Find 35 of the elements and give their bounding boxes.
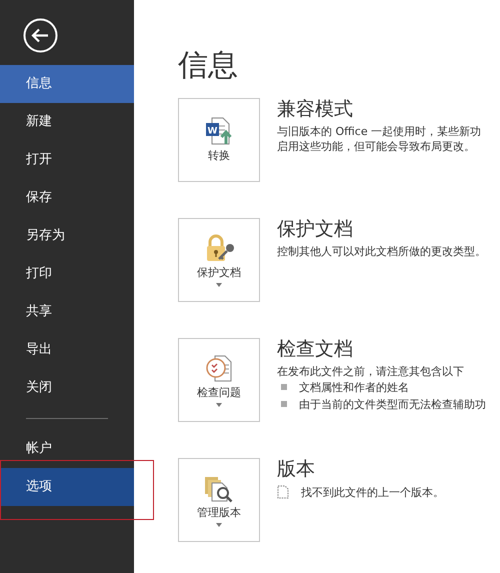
sidebar-item[interactable]: 共享 <box>0 293 134 331</box>
caret-icon <box>215 403 223 408</box>
section-title: 兼容模式 <box>277 98 354 121</box>
description-text: 控制其他人可以对此文档所做的更改类型。 <box>277 244 486 259</box>
section-title: 检查文档 <box>277 338 354 361</box>
sidebar-item[interactable]: 选项 <box>0 468 134 506</box>
dropdown-button[interactable]: 检查问题 <box>178 338 260 422</box>
dropdown-button[interactable]: 保护文档 <box>178 218 260 302</box>
sidebar-item[interactable]: 另存为 <box>0 217 134 255</box>
back-button[interactable] <box>23 18 58 53</box>
description-text: 在发布此文件之前，请注意其包含以下 <box>277 364 465 379</box>
description-text: 启用这些功能，但可能会导致布局更改。 <box>277 138 476 154</box>
description-text: 与旧版本的 Office 一起使用时，某些新功 <box>277 124 482 139</box>
document-icon <box>277 485 289 500</box>
sidebar-item[interactable]: 新建 <box>0 103 134 141</box>
checklist-document-icon <box>204 352 234 383</box>
sidebar-item[interactable]: 导出 <box>0 331 134 369</box>
page-title: 信息 <box>178 48 239 84</box>
sidebar-item[interactable]: 关闭 <box>0 369 134 407</box>
description-text: 找不到此文件的上一个版本。 <box>301 484 444 501</box>
caret-icon <box>215 523 223 528</box>
sidebar-item[interactable]: 帐户 <box>0 430 134 468</box>
caret-icon <box>215 283 223 288</box>
sidebar-item[interactable]: 信息 <box>0 65 134 103</box>
section-title: 版本 <box>277 458 316 481</box>
bullet-text: 由于当前的文件类型而无法检查辅助功 <box>299 396 486 413</box>
sidebar-item[interactable]: 打印 <box>0 255 134 293</box>
bullet-icon <box>281 384 287 390</box>
sidebar-item[interactable]: 保存 <box>0 179 134 217</box>
sidebar-item[interactable]: 打开 <box>0 141 134 179</box>
section-title: 保护文档 <box>277 218 354 241</box>
dropdown-button[interactable]: 管理版本 <box>178 458 260 542</box>
bullet-icon <box>281 401 287 408</box>
bullet-text: 文档属性和作者的姓名 <box>299 380 409 396</box>
convert-button[interactable]: W 转换 <box>178 98 260 182</box>
